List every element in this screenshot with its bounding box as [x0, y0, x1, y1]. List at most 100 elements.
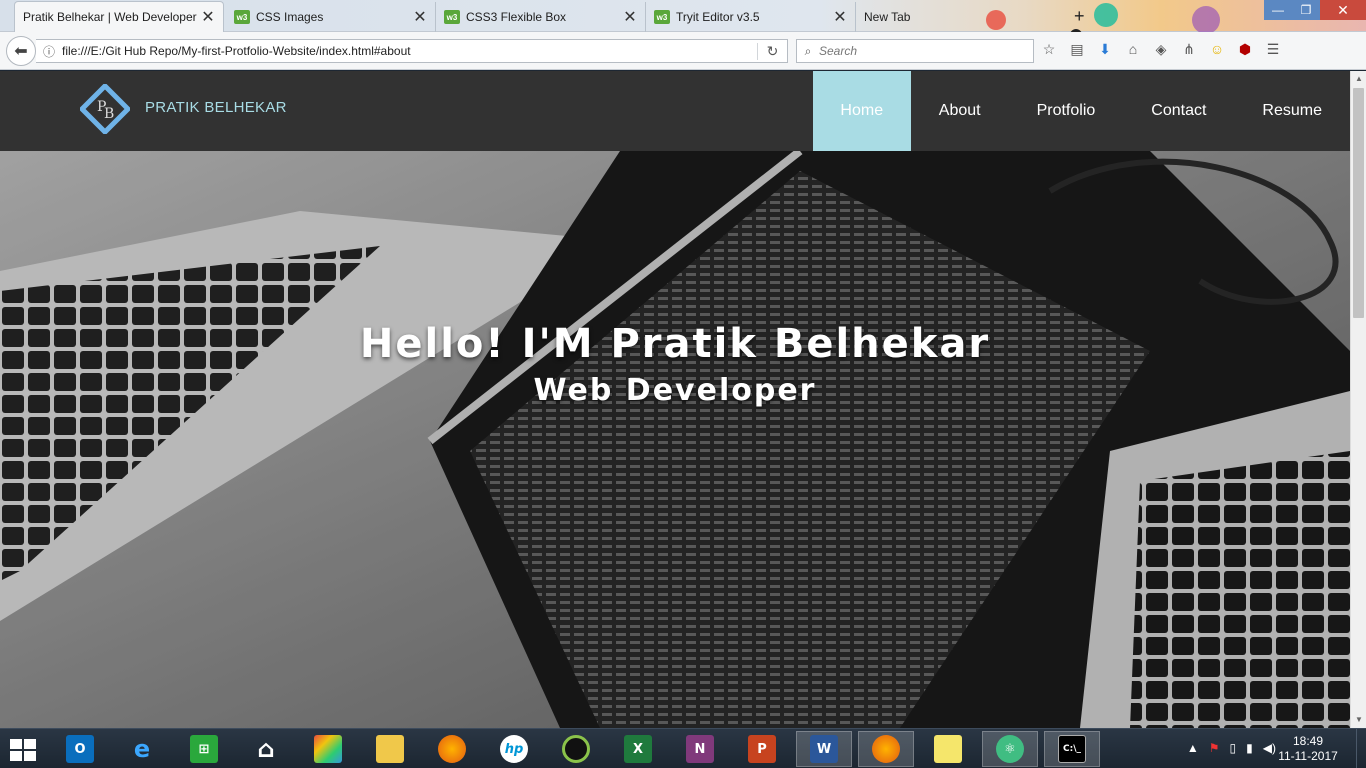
taskbar-onenote[interactable]: N [672, 731, 728, 767]
scroll-up-icon[interactable]: ▲ [1351, 71, 1366, 87]
taskbar-outlook[interactable]: O [52, 731, 108, 767]
vertical-scrollbar[interactable]: ▲ ▼ [1350, 71, 1366, 728]
command-prompt-icon: C:\_ [1058, 735, 1086, 763]
close-icon[interactable]: ✕ [833, 7, 847, 27]
paint-icon [314, 735, 342, 763]
taskbar-excel[interactable]: X [610, 731, 666, 767]
reader-list-icon[interactable]: ▤ [1068, 41, 1086, 58]
new-tab-button[interactable]: + [1074, 6, 1085, 27]
home-icon: ⌂ [257, 735, 275, 763]
firefox-icon [872, 735, 900, 763]
taskbar-word[interactable]: W [796, 731, 852, 767]
taskbar-atom[interactable]: ⚛ [982, 731, 1038, 767]
pocket-icon[interactable]: ◈ [1152, 41, 1170, 58]
signal-icon[interactable]: ▮ [1246, 741, 1253, 755]
internet-explorer-icon: e [133, 735, 151, 763]
show-desktop-button[interactable] [1356, 729, 1366, 768]
download-icon[interactable]: ⬇ [1096, 41, 1114, 58]
taskbar-internet-explorer[interactable]: e [114, 731, 170, 767]
system-clock[interactable]: 18:49 11-11-2017 [1278, 734, 1338, 764]
home-icon[interactable]: ⌂ [1124, 41, 1142, 58]
main-nav: Home About Protfolio Contact Resume [812, 71, 1350, 151]
nav-contact[interactable]: Contact [1123, 71, 1234, 151]
clock-date: 11-11-2017 [1278, 749, 1338, 763]
volume-icon[interactable]: ◀) [1263, 741, 1276, 755]
scrollbar-thumb[interactable] [1353, 88, 1364, 318]
taskbar-paint[interactable] [300, 731, 356, 767]
taskbar-firefox[interactable] [424, 731, 480, 767]
emoji-icon[interactable]: ☺ [1208, 41, 1226, 58]
tab-new-tab[interactable]: New Tab [856, 2, 1006, 32]
taskbar-camera[interactable] [548, 731, 604, 767]
share-icon[interactable]: ⋔ [1180, 41, 1198, 58]
taskbar-firefox-active[interactable] [858, 731, 914, 767]
w3schools-icon: w3 [654, 10, 670, 24]
taskbar-store[interactable]: ⊞ [176, 731, 232, 767]
atom-icon: ⚛ [996, 735, 1024, 763]
url-text[interactable]: file:///E:/Git Hub Repo/My-first-Protfol… [62, 44, 757, 58]
word-icon: W [810, 735, 838, 763]
tab-tryit-editor[interactable]: w3 Tryit Editor v3.5 ✕ [646, 2, 856, 32]
maximize-button[interactable]: ❐ [1292, 0, 1320, 20]
battery-icon[interactable]: ▯ [1230, 741, 1237, 755]
onenote-icon: N [686, 735, 714, 763]
taskbar-home[interactable]: ⌂ [238, 731, 294, 767]
minimize-button[interactable]: — [1264, 0, 1292, 20]
info-icon[interactable]: ⓘ [36, 43, 62, 60]
url-bar[interactable]: ⓘ file:///E:/Git Hub Repo/My-first-Protf… [36, 39, 788, 63]
hero-section: Hello! I'M Pratik Belhekar Web Developer [0, 151, 1350, 728]
w3schools-icon: w3 [444, 10, 460, 24]
show-hidden-icons-icon[interactable]: ▲ [1187, 741, 1199, 755]
file-explorer-icon [376, 735, 404, 763]
ublock-icon[interactable]: ⬢ [1236, 41, 1254, 58]
site-header: P B PRATIK BELHEKAR Home About Protfolio… [0, 71, 1350, 151]
hp-icon: hp [500, 735, 528, 763]
windows-start-icon[interactable] [8, 737, 38, 763]
back-button[interactable]: ⬅ [6, 36, 36, 66]
close-icon[interactable]: ✕ [201, 7, 215, 27]
search-input[interactable]: ⌕ Search [796, 39, 1034, 63]
clock-time: 18:49 [1292, 734, 1324, 748]
network-error-icon[interactable]: ⚑ [1209, 741, 1220, 755]
toolbar-icons: ☆ ▤ ⬇ ⌂ ◈ ⋔ ☺ ⬢ ☰ [1040, 41, 1282, 58]
powerpoint-icon: P [748, 735, 776, 763]
bookmark-star-icon[interactable]: ☆ [1040, 41, 1058, 58]
close-icon[interactable]: ✕ [413, 7, 427, 27]
logo-initial-b: B [104, 106, 114, 122]
tab-title: CSS3 Flexible Box [466, 10, 567, 24]
page-viewport: P B PRATIK BELHEKAR Home About Protfolio… [0, 71, 1350, 728]
browser-toolbar: ⬅ ⓘ file:///E:/Git Hub Repo/My-first-Pro… [0, 32, 1366, 70]
tab-title: Pratik Belhekar | Web Developer [23, 10, 197, 24]
taskbar-powerpoint[interactable]: P [734, 731, 790, 767]
taskbar-sticky-notes[interactable] [920, 731, 976, 767]
nav-portfolio[interactable]: Protfolio [1009, 71, 1124, 151]
firefox-icon [438, 735, 466, 763]
logo-icon[interactable]: P B [80, 84, 130, 134]
taskbar-hp[interactable]: hp [486, 731, 542, 767]
scroll-down-icon[interactable]: ▼ [1351, 712, 1366, 728]
hero-title: Hello! I'M Pratik Belhekar [359, 321, 991, 367]
taskbar: O e ⊞ ⌂ hp X N P W ⚛ C:\_ ▲ ⚑ ▯ ▮ ◀) 18:… [0, 728, 1366, 768]
search-icon: ⌕ [804, 43, 812, 58]
outlook-icon: O [66, 735, 94, 763]
menu-icon[interactable]: ☰ [1264, 41, 1282, 58]
nav-about[interactable]: About [911, 71, 1009, 151]
search-placeholder: Search [819, 44, 858, 58]
hero-background-image [0, 151, 1350, 728]
nav-resume[interactable]: Resume [1234, 71, 1350, 151]
brand-name[interactable]: PRATIK BELHEKAR [145, 99, 287, 116]
nav-home[interactable]: Home [812, 71, 911, 151]
taskbar-file-explorer[interactable] [362, 731, 418, 767]
tab-css3-flexbox[interactable]: w3 CSS3 Flexible Box ✕ [436, 2, 646, 32]
tab-css-images[interactable]: w3 CSS Images ✕ [226, 2, 436, 32]
close-icon[interactable]: ✕ [623, 7, 637, 27]
reload-icon[interactable]: ↻ [757, 42, 787, 60]
back-arrow-icon: ⬅ [14, 43, 28, 60]
window-controls: — ❐ ✕ [1264, 0, 1366, 20]
window-close-button[interactable]: ✕ [1320, 0, 1366, 20]
store-icon: ⊞ [190, 735, 218, 763]
tab-portfolio[interactable]: Pratik Belhekar | Web Developer ✕ [14, 1, 224, 32]
w3schools-icon: w3 [234, 10, 250, 24]
taskbar-command-prompt[interactable]: C:\_ [1044, 731, 1100, 767]
camera-icon [562, 735, 590, 763]
